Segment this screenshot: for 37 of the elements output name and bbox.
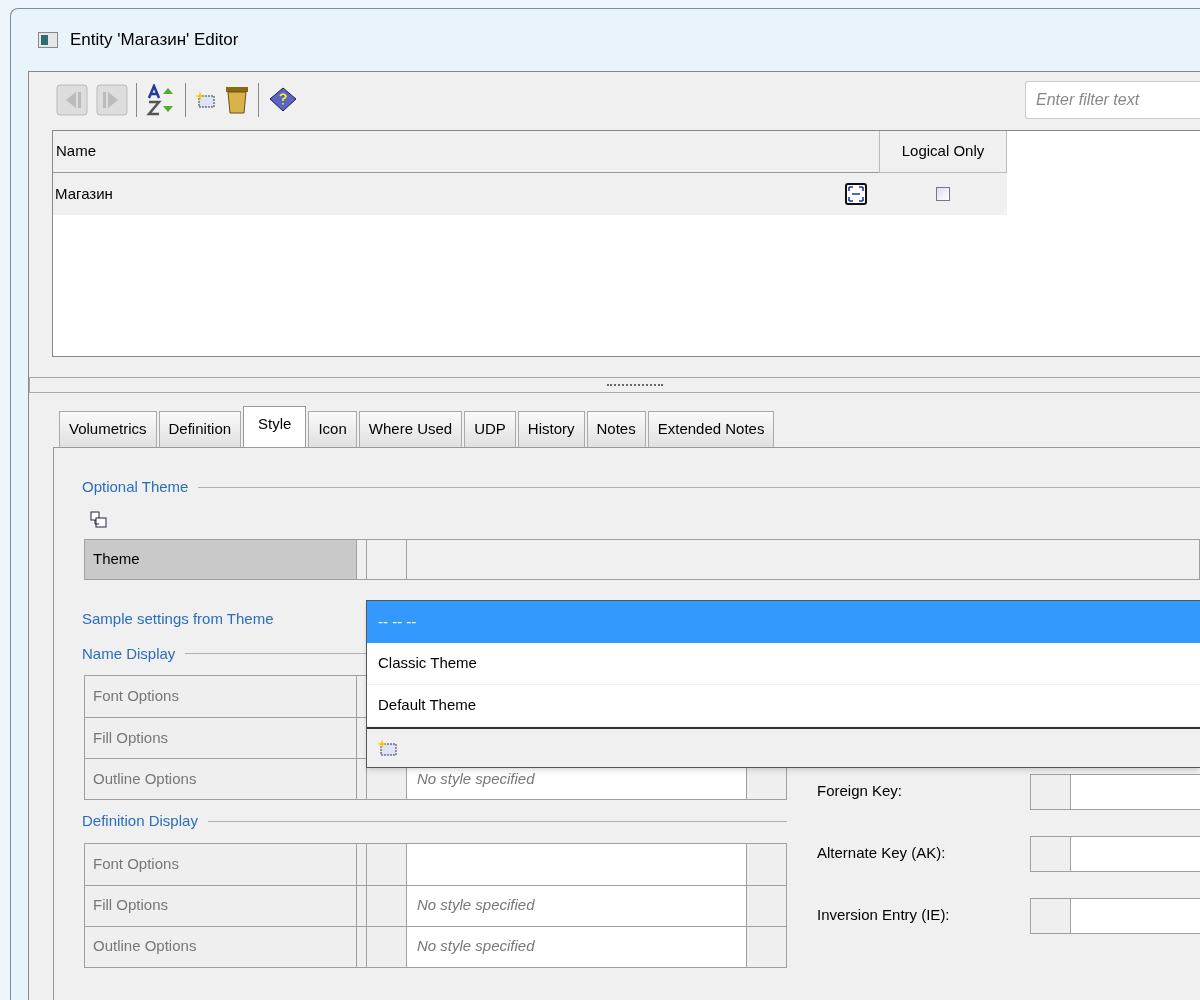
tab[interactable]: Style — [243, 406, 307, 448]
splitter-bar[interactable] — [29, 377, 1200, 393]
section-title: Sample settings from Theme — [82, 609, 274, 627]
tab[interactable]: Notes — [586, 411, 646, 447]
tab[interactable]: Extended Notes — [647, 411, 775, 447]
new-item-icon[interactable] — [376, 738, 398, 758]
dropdown-option[interactable]: Default Theme — [367, 685, 1200, 727]
key-style-field[interactable] — [1030, 835, 1200, 872]
window-icon — [38, 32, 58, 48]
tab[interactable]: Definition — [158, 411, 242, 447]
tab[interactable]: UDP — [464, 411, 516, 447]
table-cell-text: Магазин — [55, 183, 113, 204]
window-title: Entity 'Магазин' Editor — [70, 29, 239, 52]
column-header[interactable]: Name — [53, 131, 879, 173]
key-style-field[interactable] — [1030, 773, 1200, 810]
expand-icon[interactable] — [845, 183, 867, 205]
field-label: Foreign Key: — [817, 781, 904, 802]
key-style-field[interactable] — [1030, 897, 1200, 934]
checkbox[interactable] — [936, 187, 950, 201]
trash-icon[interactable] — [224, 85, 250, 115]
section-title: Name Display — [82, 643, 176, 664]
new-item-icon[interactable] — [194, 90, 216, 110]
style-value-field[interactable] — [407, 843, 747, 885]
tab[interactable]: Volumetrics — [59, 411, 157, 447]
style-value-field[interactable]: No style specified — [407, 885, 747, 926]
field-label: Alternate Key (AK): — [817, 843, 947, 864]
section-title: Optional Theme — [82, 477, 189, 497]
layers-icon[interactable] — [90, 510, 108, 529]
style-value-field[interactable]: No style specified — [407, 926, 747, 967]
tab[interactable]: History — [517, 411, 585, 447]
dropdown-option[interactable]: Classic Theme — [367, 643, 1200, 685]
tab[interactable]: Where Used — [358, 411, 463, 447]
tab[interactable]: Icon — [308, 411, 357, 447]
section-title: Definition Display — [82, 811, 198, 831]
filter-field[interactable]: Enter filter text — [1025, 81, 1200, 119]
field-label: Inversion Entry (IE): — [817, 905, 951, 926]
column-header[interactable]: Logical Only — [879, 131, 1007, 173]
